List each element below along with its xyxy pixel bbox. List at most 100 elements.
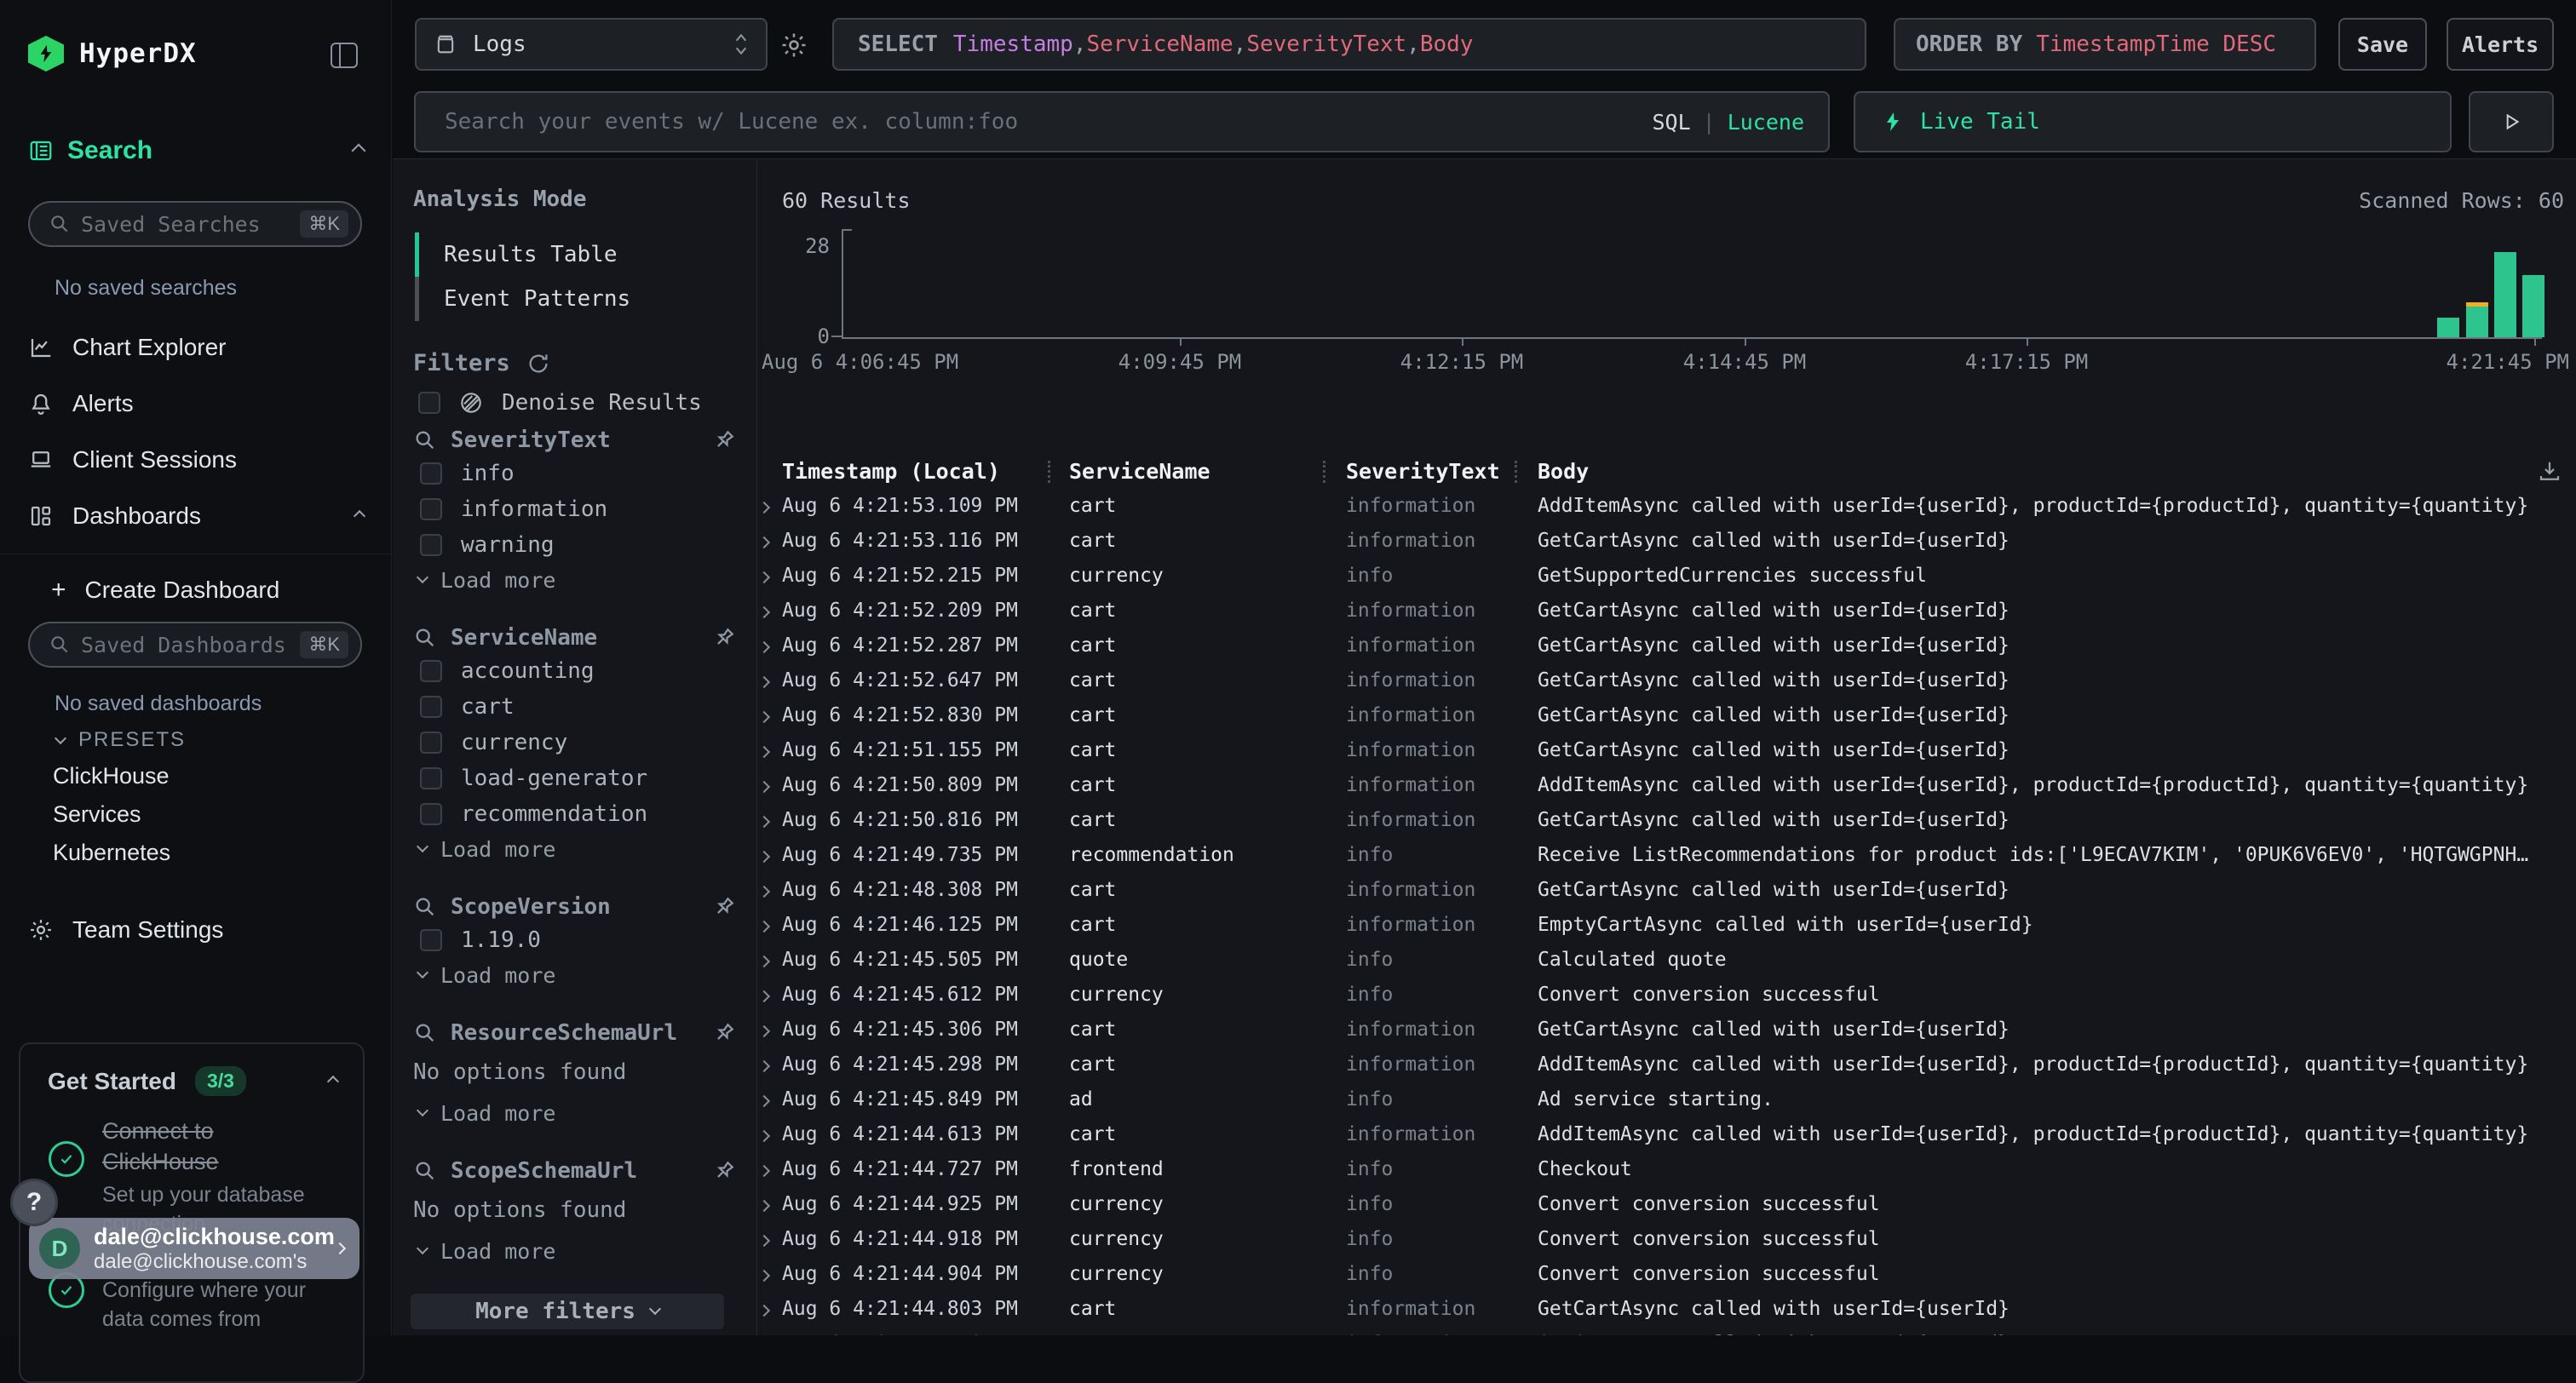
denoise-checkbox[interactable]	[418, 392, 440, 414]
row-expand-chevron-icon[interactable]	[760, 739, 768, 761]
column-header-timestamp[interactable]: Timestamp (Local)	[782, 459, 1000, 484]
filter-option-checkbox[interactable]	[420, 696, 442, 718]
filter-option-label[interactable]: information	[461, 496, 607, 522]
row-expand-chevron-icon[interactable]	[760, 530, 768, 552]
sql-toggle[interactable]: SQL	[1652, 110, 1690, 135]
histogram-bar[interactable]	[2437, 229, 2459, 337]
download-icon[interactable]	[2537, 459, 2562, 485]
row-expand-chevron-icon[interactable]	[760, 669, 768, 692]
sidebar-item-team-settings[interactable]: Team Settings	[28, 916, 364, 944]
row-expand-chevron-icon[interactable]	[760, 774, 768, 796]
row-expand-chevron-icon[interactable]	[760, 809, 768, 831]
search-icon[interactable]	[413, 1021, 437, 1045]
row-expand-chevron-icon[interactable]	[760, 1158, 768, 1180]
sidebar-item-search[interactable]: Search	[28, 136, 364, 165]
table-row[interactable]: Aug 6 4:21:50.816 PM cart information Ge…	[758, 802, 2576, 837]
table-row[interactable]: Aug 6 4:21:44.904 PM currency info Conve…	[758, 1256, 2576, 1291]
filter-option-label[interactable]: currency	[461, 730, 567, 755]
column-resize-handle[interactable]	[1323, 461, 1325, 483]
table-row[interactable]: Aug 6 4:21:48.308 PM cart information Ge…	[758, 872, 2576, 907]
table-row[interactable]: Aug 6 4:21:44.925 PM currency info Conve…	[758, 1186, 2576, 1221]
lucene-toggle[interactable]: Lucene	[1728, 110, 1804, 135]
table-row[interactable]: Aug 6 4:21:44.713 PM cart information Ge…	[758, 1326, 2576, 1335]
load-more-button[interactable]: Load more	[413, 1096, 737, 1130]
refresh-icon[interactable]	[526, 351, 551, 376]
filter-option-checkbox[interactable]	[420, 462, 442, 485]
row-expand-chevron-icon[interactable]	[760, 1298, 768, 1320]
row-expand-chevron-icon[interactable]	[760, 1228, 768, 1250]
table-row[interactable]: Aug 6 4:21:51.155 PM cart information Ge…	[758, 732, 2576, 767]
pin-icon[interactable]	[711, 625, 737, 651]
row-expand-chevron-icon[interactable]	[760, 634, 768, 657]
filter-option-label[interactable]: cart	[461, 694, 515, 720]
source-settings-gear-icon[interactable]	[779, 31, 808, 60]
row-expand-chevron-icon[interactable]	[760, 1019, 768, 1041]
table-row[interactable]: Aug 6 4:21:45.849 PM ad info Ad service …	[758, 1082, 2576, 1116]
load-more-button[interactable]: Load more	[413, 1234, 737, 1268]
table-row[interactable]: Aug 6 4:21:52.209 PM cart information Ge…	[758, 593, 2576, 628]
row-expand-chevron-icon[interactable]	[760, 1333, 768, 1336]
saved-dashboards-input[interactable]	[81, 633, 300, 657]
row-expand-chevron-icon[interactable]	[760, 495, 768, 517]
load-more-button[interactable]: Load more	[413, 958, 737, 992]
filter-option-label[interactable]: recommendation	[461, 801, 647, 827]
histogram-bar[interactable]	[2494, 229, 2516, 337]
presets-toggle[interactable]: PRESETS	[56, 728, 186, 752]
sidebar-item-chart-explorer[interactable]: Chart Explorer	[28, 334, 364, 361]
saved-searches-input[interactable]	[81, 212, 300, 237]
table-row[interactable]: Aug 6 4:21:46.125 PM cart information Em…	[758, 907, 2576, 942]
run-query-button[interactable]	[2469, 91, 2554, 152]
save-button[interactable]: Save	[2338, 18, 2427, 71]
filter-option-label[interactable]: 1.19.0	[461, 927, 541, 953]
search-icon[interactable]	[413, 1159, 437, 1183]
chevron-up-icon[interactable]	[354, 510, 365, 522]
filter-option-label[interactable]: accounting	[461, 658, 595, 684]
search-icon[interactable]	[413, 895, 437, 919]
row-expand-chevron-icon[interactable]	[760, 565, 768, 587]
more-filters-button[interactable]: More filters	[411, 1294, 724, 1329]
table-row[interactable]: Aug 6 4:21:44.727 PM frontend info Check…	[758, 1151, 2576, 1186]
preset-item-clickhouse[interactable]: ClickHouse	[53, 763, 170, 789]
table-row[interactable]: Aug 6 4:21:52.647 PM cart information Ge…	[758, 663, 2576, 697]
chevron-up-icon[interactable]	[352, 144, 366, 158]
table-row[interactable]: Aug 6 4:21:45.306 PM cart information Ge…	[758, 1012, 2576, 1047]
table-row[interactable]: Aug 6 4:21:44.613 PM cart information Ad…	[758, 1116, 2576, 1151]
get-started-step2-desc[interactable]: Configure where your data comes from	[102, 1276, 307, 1334]
column-resize-handle[interactable]	[1515, 461, 1517, 483]
order-by-input[interactable]: ORDER BY TimestampTime DESC	[1894, 18, 2316, 71]
row-expand-chevron-icon[interactable]	[760, 1053, 768, 1076]
table-row[interactable]: Aug 6 4:21:53.116 PM cart information Ge…	[758, 523, 2576, 558]
row-expand-chevron-icon[interactable]	[760, 1263, 768, 1285]
table-row[interactable]: Aug 6 4:21:45.505 PM quote info Calculat…	[758, 942, 2576, 977]
table-row[interactable]: Aug 6 4:21:52.830 PM cart information Ge…	[758, 697, 2576, 732]
alerts-button[interactable]: Alerts	[2447, 18, 2554, 71]
filter-option-checkbox[interactable]	[420, 803, 442, 825]
pin-icon[interactable]	[711, 1020, 737, 1046]
row-expand-chevron-icon[interactable]	[760, 1123, 768, 1145]
filter-option-checkbox[interactable]	[420, 498, 442, 520]
column-header-body[interactable]: Body	[1538, 459, 1589, 484]
search-icon[interactable]	[413, 626, 437, 650]
load-more-button[interactable]: Load more	[413, 563, 737, 597]
column-header-severitytext[interactable]: SeverityText	[1346, 459, 1500, 484]
filter-option-label[interactable]: info	[461, 461, 515, 486]
pin-icon[interactable]	[711, 428, 737, 453]
table-row[interactable]: Aug 6 4:21:53.109 PM cart information Ad…	[758, 488, 2576, 523]
pin-icon[interactable]	[711, 1158, 737, 1184]
table-row[interactable]: Aug 6 4:21:52.287 PM cart information Ge…	[758, 628, 2576, 663]
pin-icon[interactable]	[711, 894, 737, 920]
table-row[interactable]: Aug 6 4:21:45.612 PM currency info Conve…	[758, 977, 2576, 1012]
create-dashboard-button[interactable]: + Create Dashboard	[51, 576, 387, 605]
analysis-mode-option[interactable]: Event Patterns	[415, 277, 630, 321]
row-expand-chevron-icon[interactable]	[760, 949, 768, 971]
table-row[interactable]: Aug 6 4:21:49.735 PM recommendation info…	[758, 837, 2576, 872]
analysis-mode-option[interactable]: Results Table	[415, 232, 630, 277]
filter-option-checkbox[interactable]	[420, 534, 442, 556]
row-expand-chevron-icon[interactable]	[760, 914, 768, 936]
filter-option-checkbox[interactable]	[420, 660, 442, 682]
row-expand-chevron-icon[interactable]	[760, 1088, 768, 1110]
row-expand-chevron-icon[interactable]	[760, 984, 768, 1006]
column-header-servicename[interactable]: ServiceName	[1069, 459, 1210, 484]
table-row[interactable]: Aug 6 4:21:52.215 PM currency info GetSu…	[758, 558, 2576, 593]
filter-option-label[interactable]: warning	[461, 532, 555, 558]
